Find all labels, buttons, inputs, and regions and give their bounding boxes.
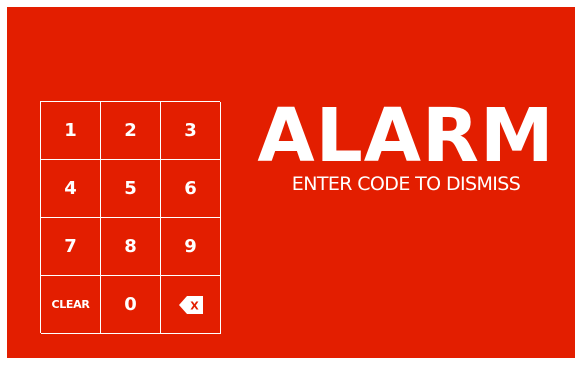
- key-3[interactable]: 3: [161, 102, 221, 160]
- backspace-glyph: X: [190, 299, 199, 312]
- keypad: 1 2 3 4 5 6 7 8 9 CLEAR 0 X: [40, 101, 221, 334]
- key-5[interactable]: 5: [101, 160, 161, 218]
- key-8[interactable]: 8: [101, 218, 161, 276]
- key-4[interactable]: 4: [41, 160, 101, 218]
- backspace-button[interactable]: X: [161, 276, 221, 334]
- key-6[interactable]: 6: [161, 160, 221, 218]
- backspace-icon: X: [178, 295, 203, 314]
- clear-button[interactable]: CLEAR: [41, 276, 101, 334]
- alarm-screen: 1 2 3 4 5 6 7 8 9 CLEAR 0 X ALARM ENTER …: [7, 7, 575, 358]
- alarm-subtitle: ENTER CODE TO DISMISS: [291, 173, 521, 195]
- key-7[interactable]: 7: [41, 218, 101, 276]
- key-9[interactable]: 9: [161, 218, 221, 276]
- key-2[interactable]: 2: [101, 102, 161, 160]
- alarm-message: ALARM ENTER CODE TO DISMISS: [251, 99, 561, 195]
- key-1[interactable]: 1: [41, 102, 101, 160]
- alarm-title: ALARM: [257, 93, 555, 179]
- key-0[interactable]: 0: [101, 276, 161, 334]
